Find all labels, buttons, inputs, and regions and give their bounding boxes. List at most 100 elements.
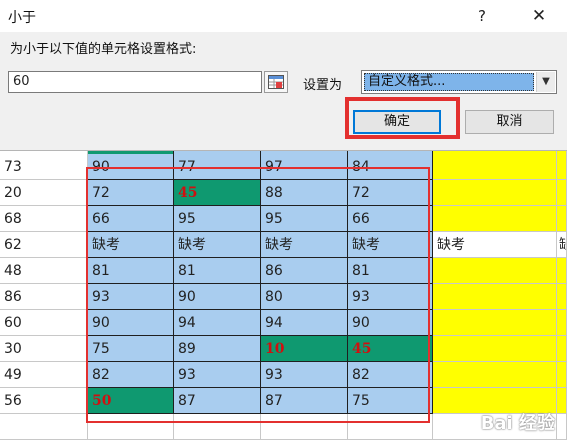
data-cell[interactable]: 86 xyxy=(261,258,348,284)
table-row: 62 缺考 缺考 缺考 缺考 缺考 缺 xyxy=(0,232,567,258)
data-cell[interactable] xyxy=(557,362,567,388)
data-cell[interactable]: 90 xyxy=(348,310,433,336)
data-cell[interactable] xyxy=(557,154,567,180)
data-cell[interactable] xyxy=(557,310,567,336)
dialog-prompt: 为小于以下值的单元格设置格式: xyxy=(10,42,197,57)
row-value-cell[interactable]: 60 xyxy=(0,310,88,336)
table-row: 68 66 95 95 66 xyxy=(0,206,567,232)
data-cell[interactable] xyxy=(557,180,567,206)
data-cell[interactable] xyxy=(433,284,557,310)
data-cell-highlighted[interactable]: 45 xyxy=(348,336,433,362)
row-value-cell[interactable]: 48 xyxy=(0,258,88,284)
data-cell[interactable]: 93 xyxy=(174,362,261,388)
table-row: 60 90 94 94 90 xyxy=(0,310,567,336)
table-row: 30 75 89 10 45 xyxy=(0,336,567,362)
close-icon[interactable]: ✕ xyxy=(527,4,551,28)
data-cell[interactable]: 80 xyxy=(261,284,348,310)
row-value-cell[interactable]: 73 xyxy=(0,154,88,180)
data-cell[interactable] xyxy=(557,284,567,310)
set-as-label: 设置为 xyxy=(303,78,343,93)
data-cell[interactable]: 81 xyxy=(88,258,174,284)
data-cell[interactable]: 75 xyxy=(348,388,433,414)
dialog-titlebar: 小于 ? ✕ xyxy=(0,0,567,32)
data-cell[interactable] xyxy=(433,362,557,388)
watermark-logo: Bai 经验 xyxy=(480,413,555,434)
dialog-title: 小于 xyxy=(8,10,36,26)
format-dropdown[interactable]: 自定义格式... ▼ xyxy=(361,70,557,94)
data-cell[interactable]: 75 xyxy=(88,336,174,362)
data-cell[interactable] xyxy=(557,206,567,232)
row-value-cell[interactable]: 62 xyxy=(0,232,88,258)
data-cell[interactable]: 77 xyxy=(174,154,261,180)
data-cell-highlighted[interactable]: 45 xyxy=(174,180,261,206)
table-row: 86 93 90 80 93 xyxy=(0,284,567,310)
data-cell[interactable]: 90 xyxy=(174,284,261,310)
data-cell[interactable]: 缺 xyxy=(557,232,567,258)
data-cell[interactable]: 缺考 xyxy=(174,232,261,258)
chevron-down-icon[interactable]: ▼ xyxy=(536,72,555,92)
data-cell[interactable]: 缺考 xyxy=(433,232,557,258)
data-cell[interactable]: 缺考 xyxy=(348,232,433,258)
ok-button[interactable]: 确定 xyxy=(353,110,441,134)
data-cell[interactable] xyxy=(348,414,433,440)
data-cell[interactable] xyxy=(88,414,174,440)
data-cell[interactable] xyxy=(433,206,557,232)
data-cell[interactable] xyxy=(433,310,557,336)
data-cell[interactable]: 81 xyxy=(348,258,433,284)
data-cell[interactable] xyxy=(433,336,557,362)
data-cell[interactable]: 缺考 xyxy=(261,232,348,258)
data-cell[interactable]: 93 xyxy=(88,284,174,310)
data-cell[interactable]: 90 xyxy=(88,154,174,180)
data-cell[interactable]: 84 xyxy=(348,154,433,180)
data-cell[interactable] xyxy=(433,180,557,206)
data-cell[interactable] xyxy=(433,258,557,284)
data-cell[interactable]: 93 xyxy=(261,362,348,388)
data-cell[interactable] xyxy=(557,414,567,440)
format-selected-value: 自定义格式... xyxy=(364,73,534,91)
data-cell[interactable]: 72 xyxy=(348,180,433,206)
less-than-dialog: 小于 ? ✕ 为小于以下值的单元格设置格式: 60 设置为 自定义格式... ▼… xyxy=(0,0,567,151)
table-row: 20 72 45 88 72 xyxy=(0,180,567,206)
data-cell[interactable]: 93 xyxy=(348,284,433,310)
data-cell[interactable]: 66 xyxy=(348,206,433,232)
data-cell[interactable]: 97 xyxy=(261,154,348,180)
data-cell[interactable]: 66 xyxy=(88,206,174,232)
data-cell[interactable]: 87 xyxy=(261,388,348,414)
threshold-value-input[interactable]: 60 xyxy=(8,71,262,93)
data-cell[interactable]: 89 xyxy=(174,336,261,362)
range-select-icon xyxy=(268,75,284,89)
row-value-cell[interactable] xyxy=(0,414,88,440)
table-row: 73 90 77 97 84 xyxy=(0,154,567,180)
data-cell[interactable] xyxy=(174,414,261,440)
table-row: 48 81 81 86 81 xyxy=(0,258,567,284)
data-cell[interactable]: 95 xyxy=(261,206,348,232)
cancel-button[interactable]: 取消 xyxy=(465,110,554,134)
data-cell[interactable]: 81 xyxy=(174,258,261,284)
row-value-cell[interactable]: 86 xyxy=(0,284,88,310)
data-cell[interactable]: 88 xyxy=(261,180,348,206)
row-value-cell[interactable]: 56 xyxy=(0,388,88,414)
row-value-cell[interactable]: 30 xyxy=(0,336,88,362)
data-cell[interactable]: 95 xyxy=(174,206,261,232)
row-value-cell[interactable]: 68 xyxy=(0,206,88,232)
data-cell[interactable]: 72 xyxy=(88,180,174,206)
data-cell[interactable] xyxy=(557,258,567,284)
data-cell[interactable] xyxy=(557,336,567,362)
data-cell[interactable]: 82 xyxy=(88,362,174,388)
data-cell[interactable]: 90 xyxy=(88,310,174,336)
row-value-cell[interactable]: 20 xyxy=(0,180,88,206)
data-cell-highlighted[interactable]: 10 xyxy=(261,336,348,362)
data-cell[interactable] xyxy=(261,414,348,440)
data-cell[interactable] xyxy=(557,388,567,414)
data-cell-highlighted[interactable]: 50 xyxy=(88,388,174,414)
data-cell[interactable]: 87 xyxy=(174,388,261,414)
help-icon[interactable]: ? xyxy=(470,4,494,28)
data-cell[interactable]: 82 xyxy=(348,362,433,388)
data-cell[interactable]: 94 xyxy=(174,310,261,336)
data-cell[interactable]: 缺考 xyxy=(88,232,174,258)
data-cell[interactable]: 94 xyxy=(261,310,348,336)
row-value-cell[interactable]: 49 xyxy=(0,362,88,388)
table-row: 49 82 93 93 82 xyxy=(0,362,567,388)
range-select-button[interactable] xyxy=(264,71,288,93)
data-cell[interactable] xyxy=(433,154,557,180)
